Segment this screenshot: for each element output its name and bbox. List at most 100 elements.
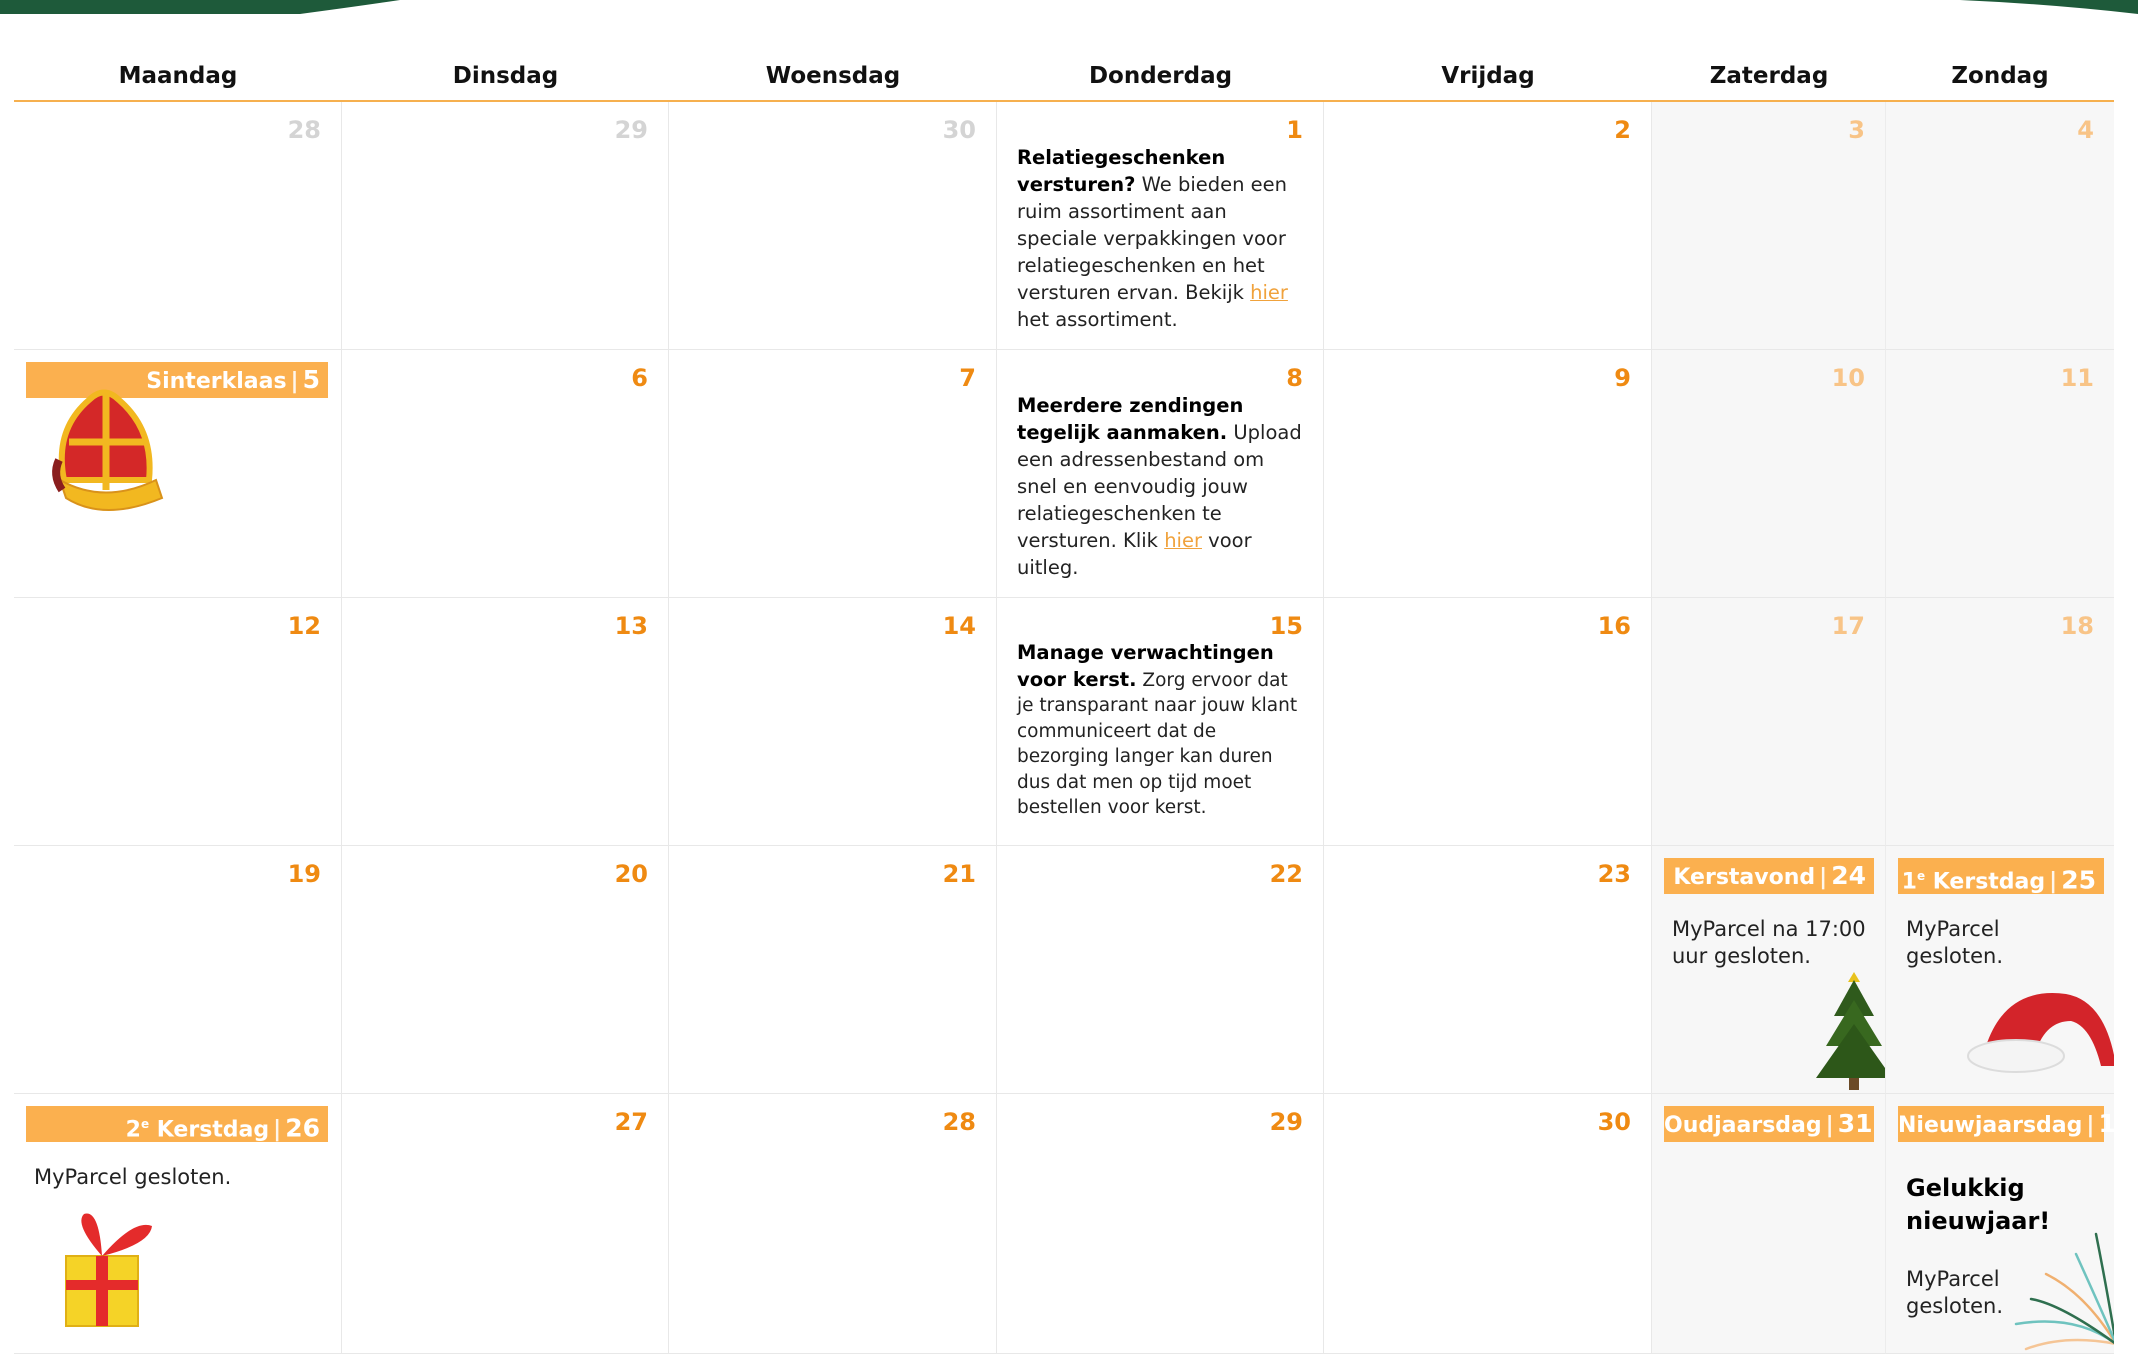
day-number: 27	[614, 1108, 648, 1136]
day-number: 29	[1269, 1108, 1303, 1136]
day-number: 13	[614, 612, 648, 640]
day-number: 17	[1831, 612, 1865, 640]
holiday-name: Kerstavond	[1673, 865, 1816, 890]
day-cell[interactable]: 20	[342, 846, 669, 1094]
tip-text: het assortiment.	[1017, 308, 1178, 331]
day-cell[interactable]: 14	[669, 598, 997, 846]
day-cell-kerstavond[interactable]: Kerstavond | 24 MyParcel na 17:00 uur gesl…	[1652, 846, 1886, 1094]
day-cell-weekend[interactable]: 3	[1652, 102, 1886, 350]
holiday-separator: |	[290, 369, 299, 394]
holiday-name: Kerstdag	[1925, 869, 2046, 895]
holiday-ordinal-suffix: e	[1916, 869, 1926, 883]
holiday-ordinal-suffix: e	[140, 1117, 150, 1131]
day-number: 30	[942, 116, 976, 144]
weekday-vrijdag: Vrijdag	[1441, 63, 1535, 89]
day-cell[interactable]: 15 Manage verwachtingen voor kerst. Zorg…	[997, 598, 1324, 846]
day-cell[interactable]: 23	[1324, 846, 1652, 1094]
day-cell-tweede-kerstdag[interactable]: 2e Kerstdag | 26 MyParcel gesloten.	[14, 1094, 342, 1354]
day-cell[interactable]: 29	[342, 102, 669, 350]
day-cell[interactable]: 13	[342, 598, 669, 846]
day-number: 28	[942, 1108, 976, 1136]
day-number: 21	[942, 860, 976, 888]
day-number: 29	[614, 116, 648, 144]
christmas-tree-icon	[1816, 972, 1885, 1090]
day-number: 14	[942, 612, 976, 640]
uitleg-link[interactable]: hier	[1164, 529, 1202, 552]
day-cell[interactable]: 30	[669, 102, 997, 350]
day-cell-weekend[interactable]: 11	[1886, 350, 2114, 598]
day-cell[interactable]: 12	[14, 598, 342, 846]
day-cell[interactable]: 19	[14, 846, 342, 1094]
holiday-banner-kerstavond: Kerstavond | 24	[1664, 858, 1874, 894]
day-number: 28	[287, 116, 321, 144]
day-cell[interactable]: 1 Relatiegeschenken versturen? We bieden…	[997, 102, 1324, 350]
day-cell[interactable]: 2	[1324, 102, 1652, 350]
closing-note: MyParcel gesloten.	[1906, 917, 2004, 968]
holiday-separator: |	[1819, 865, 1828, 890]
day-number: 20	[614, 860, 648, 888]
day-cell-eerste-kerstdag[interactable]: 1e Kerstdag | 25 MyParcel gesloten.	[1886, 846, 2114, 1094]
tip-title: Meerdere zendingen tegelijk aanmaken.	[1017, 394, 1244, 444]
day-cell[interactable]: 28	[14, 102, 342, 350]
day-cell-weekend[interactable]: 10	[1652, 350, 1886, 598]
day-cell[interactable]: 7	[669, 350, 997, 598]
holiday-separator: |	[2086, 1113, 2095, 1138]
day-cell[interactable]: 9	[1324, 350, 1652, 598]
day-cell-weekend[interactable]: 17	[1652, 598, 1886, 846]
holiday-ordinal: 2	[125, 1117, 141, 1143]
weekday-zaterdag: Zaterdag	[1709, 63, 1829, 89]
tip-text: Zorg ervoor dat je transparant naar jouw…	[1017, 669, 1298, 819]
day-number: 8	[1286, 364, 1303, 392]
day-cell-sinterklaas[interactable]: Sinterklaas | 5	[14, 350, 342, 598]
day-cell[interactable]: 6	[342, 350, 669, 598]
weekday-zondag: Zondag	[1951, 63, 2049, 89]
day-number: 1	[2098, 1109, 2114, 1138]
closing-note: MyParcel na 17:00 uur gesloten.	[1672, 917, 1866, 968]
day-number: 19	[287, 860, 321, 888]
holiday-name: Nieuwjaarsdag	[1898, 1113, 2083, 1138]
weekday-dinsdag: Dinsdag	[452, 63, 559, 89]
holiday-banner-tweede-kerstdag: 2e Kerstdag | 26	[26, 1106, 328, 1142]
day-number: 7	[959, 364, 976, 392]
day-cell[interactable]: 21	[669, 846, 997, 1094]
weekday-donderdag: Donderdag	[1088, 63, 1233, 89]
weekday-maandag: Maandag	[118, 63, 238, 89]
day-cell[interactable]: 16	[1324, 598, 1652, 846]
holiday-separator: |	[2049, 869, 2058, 895]
tip-relatiegeschenken: Relatiegeschenken versturen? We bieden e…	[1017, 144, 1305, 333]
day-number: 18	[2060, 612, 2094, 640]
day-number: 3	[1848, 116, 1865, 144]
day-number: 22	[1269, 860, 1303, 888]
holiday-ordinal: 1	[1901, 869, 1917, 895]
weekday-woensdag: Woensdag	[765, 63, 901, 89]
day-number: 25	[2061, 865, 2096, 895]
day-cell-weekend[interactable]: 18	[1886, 598, 2114, 846]
day-number: 23	[1597, 860, 1631, 888]
day-cell[interactable]: 8 Meerdere zendingen tegelijk aanmaken. …	[997, 350, 1324, 598]
day-cell[interactable]: 29	[997, 1094, 1324, 1354]
closing-note: MyParcel gesloten.	[34, 1165, 232, 1189]
day-cell[interactable]: 22	[997, 846, 1324, 1094]
holiday-separator: |	[1825, 1113, 1834, 1138]
day-number: 10	[1831, 364, 1865, 392]
day-number: 15	[1269, 612, 1303, 640]
calendar: Maandag Dinsdag Woensdag Donderdag Vrijd…	[14, 56, 2114, 1354]
day-number: 16	[1597, 612, 1631, 640]
day-number: 26	[285, 1113, 320, 1143]
day-cell-oudjaarsdag[interactable]: Oudjaarsdag | 31	[1652, 1094, 1886, 1354]
day-cell-weekend[interactable]: 4	[1886, 102, 2114, 350]
day-number: 2	[1614, 116, 1631, 144]
day-cell[interactable]: 28	[669, 1094, 997, 1354]
assortiment-link[interactable]: hier	[1250, 281, 1288, 304]
calendar-weekday-header: Maandag Dinsdag Woensdag Donderdag Vrijd…	[14, 56, 2114, 102]
day-number: 12	[287, 612, 321, 640]
day-number: 9	[1614, 364, 1631, 392]
holiday-banner-oudjaarsdag: Oudjaarsdag | 31	[1664, 1106, 1874, 1142]
day-cell[interactable]: 27	[342, 1094, 669, 1354]
day-number: 30	[1597, 1108, 1631, 1136]
closing-note: MyParcel gesloten.	[1906, 1267, 2004, 1318]
tip-meerdere-zendingen: Meerdere zendingen tegelijk aanmaken. Up…	[1017, 392, 1305, 581]
day-cell[interactable]: 30	[1324, 1094, 1652, 1354]
holiday-separator: |	[273, 1117, 282, 1143]
day-cell-nieuwjaarsdag[interactable]: Nieuwjaarsdag|1 Gelukkig nieuwjaar! MyPa…	[1886, 1094, 2114, 1354]
